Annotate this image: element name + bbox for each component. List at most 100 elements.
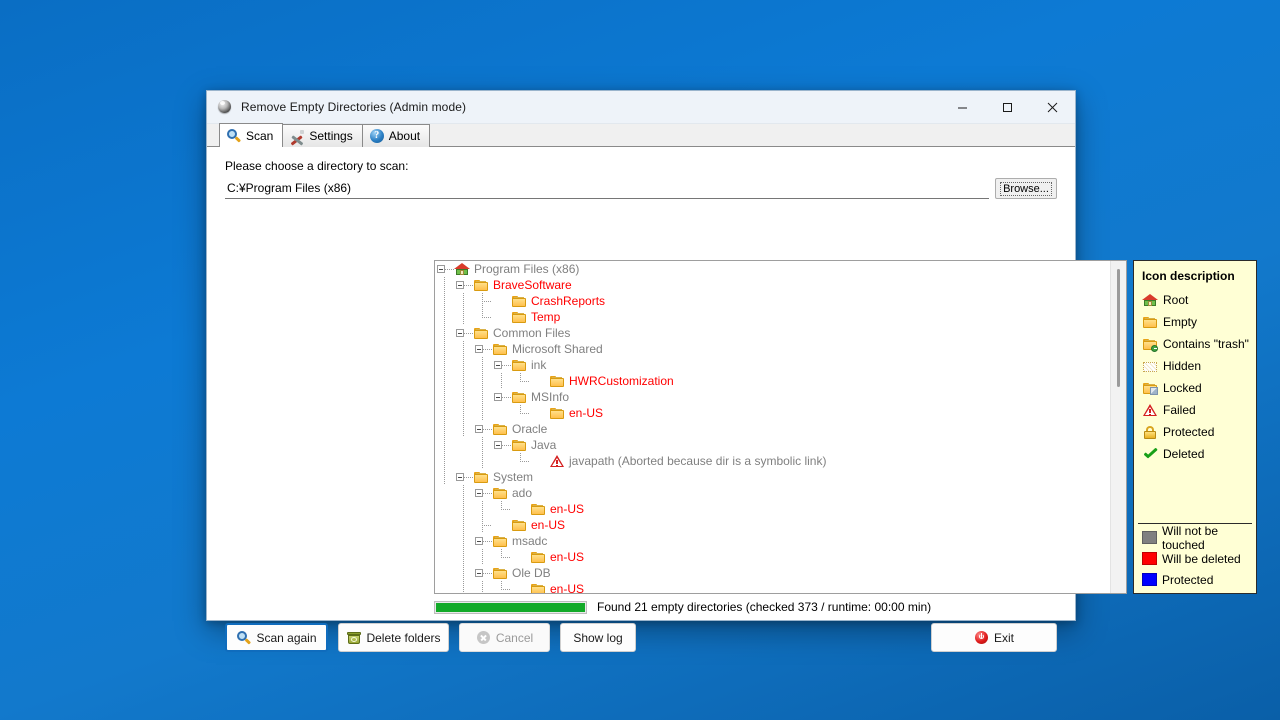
folder-hidden-icon — [1142, 358, 1158, 374]
tree-guide-ell — [511, 453, 530, 469]
folder-icon — [511, 517, 527, 533]
tree-node[interactable]: Oracle — [435, 421, 1111, 437]
folder-icon — [492, 485, 508, 501]
collapse-toggle-icon[interactable] — [492, 437, 511, 453]
tree-guide-vline — [435, 421, 454, 437]
show-log-button[interactable]: Show log — [560, 623, 636, 652]
collapse-toggle-icon[interactable] — [454, 277, 473, 293]
legend-item: Hidden — [1134, 355, 1256, 377]
tree-guide-vline — [435, 373, 454, 389]
tree-node[interactable]: HWRCustomization — [435, 373, 1111, 389]
tab-about-label: About — [388, 129, 421, 143]
tree-node[interactable]: en-US — [435, 517, 1111, 533]
collapse-toggle-icon[interactable] — [473, 565, 492, 581]
legend-item: Protected — [1134, 421, 1256, 443]
tab-settings[interactable]: Settings — [282, 124, 363, 147]
tree-node[interactable]: Java — [435, 437, 1111, 453]
browse-button[interactable]: Browse... — [995, 178, 1057, 199]
close-icon[interactable] — [1030, 91, 1075, 123]
tree-node[interactable]: Microsoft Shared — [435, 341, 1111, 357]
folder-trash-icon — [1142, 336, 1158, 352]
tree-node-label: Microsoft Shared — [512, 342, 603, 356]
collapse-toggle-icon[interactable] — [454, 469, 473, 485]
scan-again-button[interactable]: Scan again — [225, 623, 328, 652]
folder-icon — [511, 437, 527, 453]
tree-node[interactable]: en-US — [435, 405, 1111, 421]
tree-node[interactable]: en-US — [435, 581, 1111, 593]
collapse-toggle-icon[interactable] — [492, 389, 511, 405]
tree-guide-vline — [454, 405, 473, 421]
tree-guide-tee — [473, 293, 492, 309]
color-swatch — [1142, 531, 1157, 544]
collapse-toggle-icon[interactable] — [454, 325, 473, 341]
directory-path-input[interactable] — [225, 178, 989, 199]
exit-label: Exit — [993, 630, 1014, 645]
app-ball-icon — [217, 99, 233, 115]
app-window: Remove Empty Directories (Admin mode) Sc… — [206, 90, 1257, 652]
tree-node[interactable]: BraveSoftware — [435, 277, 1111, 293]
tree-guide-vline — [473, 501, 492, 517]
tree-node[interactable]: ink — [435, 357, 1111, 373]
progress-bar-fill — [436, 602, 585, 612]
tab-about[interactable]: ? About — [361, 124, 431, 147]
tree-node-label: Ole DB — [512, 566, 551, 580]
tree-node[interactable]: javapath (Aborted because dir is a symbo… — [435, 453, 1111, 469]
tree-guide-blank — [435, 565, 454, 581]
folder-icon — [492, 565, 508, 581]
collapse-toggle-icon[interactable] — [473, 485, 492, 501]
tab-scan[interactable]: Scan — [219, 123, 284, 147]
power-icon — [974, 630, 990, 646]
tree-guide-blank — [435, 533, 454, 549]
legend-item-label: Hidden — [1163, 359, 1202, 373]
tree-guide-blank — [454, 453, 473, 469]
folder-icon — [473, 325, 489, 341]
tree-node[interactable]: MSInfo — [435, 389, 1111, 405]
tree-guide-vline — [435, 325, 454, 341]
collapse-toggle-icon[interactable] — [435, 261, 454, 277]
folder-locked-icon — [1142, 380, 1158, 396]
exit-button[interactable]: Exit — [931, 623, 1057, 652]
tree-node[interactable]: CrashReports — [435, 293, 1111, 309]
directory-tree[interactable]: Program Files (x86) BraveSoftware CrashRep… — [434, 260, 1127, 594]
tree-node[interactable]: Program Files (x86) — [435, 261, 1111, 277]
tree-node[interactable]: en-US — [435, 549, 1111, 565]
tree-node-label: en-US — [550, 550, 585, 564]
collapse-toggle-icon[interactable] — [492, 357, 511, 373]
tree-vertical-scrollbar[interactable] — [1110, 261, 1126, 593]
tree-node[interactable]: en-US — [435, 501, 1111, 517]
tree-node[interactable]: Common Files — [435, 325, 1111, 341]
collapse-toggle-icon[interactable] — [473, 533, 492, 549]
collapse-toggle-icon[interactable] — [473, 341, 492, 357]
color-swatch — [1142, 552, 1157, 565]
maximize-icon[interactable] — [985, 91, 1030, 123]
legend-items: Root Empty Contains "trash" Hidden Locked Fai… — [1134, 289, 1256, 465]
legend-color-item: Will not be touched — [1134, 524, 1256, 552]
scrollbar-thumb[interactable] — [1117, 269, 1120, 387]
tree-guide-vline — [454, 421, 473, 437]
minimize-icon[interactable] — [940, 91, 985, 123]
tree-node[interactable]: System — [435, 469, 1111, 485]
tree-node[interactable]: Temp — [435, 309, 1111, 325]
folder-icon — [473, 277, 489, 293]
tree-guide-blank — [435, 485, 454, 501]
tree-node[interactable]: Ole DB — [435, 565, 1111, 581]
delete-folders-button[interactable]: Delete folders — [338, 623, 449, 652]
tree-guide-vline — [492, 373, 511, 389]
tree-guide-blank — [435, 581, 454, 593]
folder-icon — [492, 421, 508, 437]
tree-guide-vline — [454, 357, 473, 373]
collapse-toggle-icon[interactable] — [473, 421, 492, 437]
tree-node-label: javapath (Aborted because dir is a symbo… — [569, 454, 827, 468]
tree-guide-ell — [511, 373, 530, 389]
tree-guide-vline — [435, 437, 454, 453]
folder-icon — [530, 581, 546, 593]
button-bar: Scan again Delete folders Cancel Show lo… — [225, 623, 1057, 653]
tree-node[interactable]: msadc — [435, 533, 1111, 549]
tree-node[interactable]: ado — [435, 485, 1111, 501]
tree-guide-blank — [435, 501, 454, 517]
